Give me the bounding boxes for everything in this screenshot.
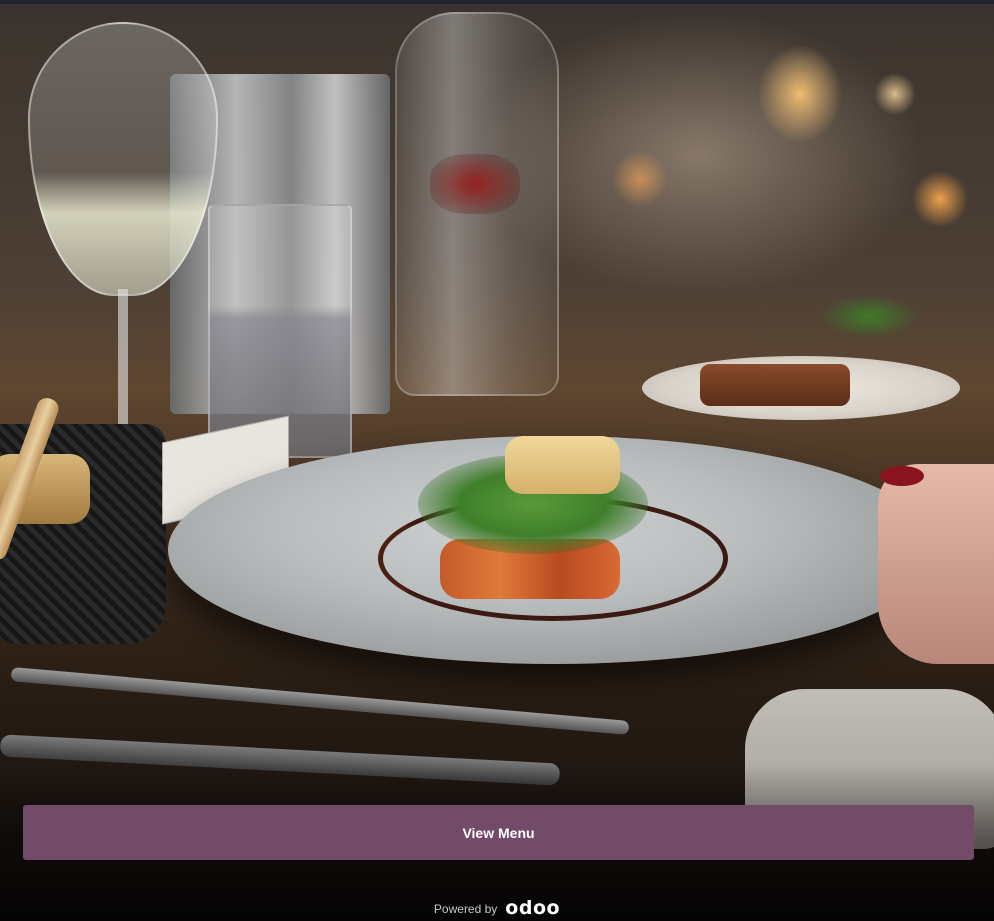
view-menu-button[interactable]: View Menu <box>23 805 974 860</box>
side-dish <box>700 364 850 406</box>
powered-by-footer: Powered by odoo <box>0 898 994 920</box>
fingernail <box>880 466 924 486</box>
side-garnish <box>820 294 920 339</box>
wine-glass-stem <box>118 289 128 434</box>
hero-background-photo <box>0 4 994 921</box>
hand <box>878 464 994 664</box>
powered-by-label: Powered by <box>433 902 498 916</box>
red-wine-glass <box>430 154 520 214</box>
odoo-logo[interactable]: odoo <box>505 898 560 918</box>
menu-landing-screen: View Menu Powered by odoo <box>0 0 994 921</box>
fork <box>10 667 630 735</box>
seared-fish <box>505 436 620 494</box>
